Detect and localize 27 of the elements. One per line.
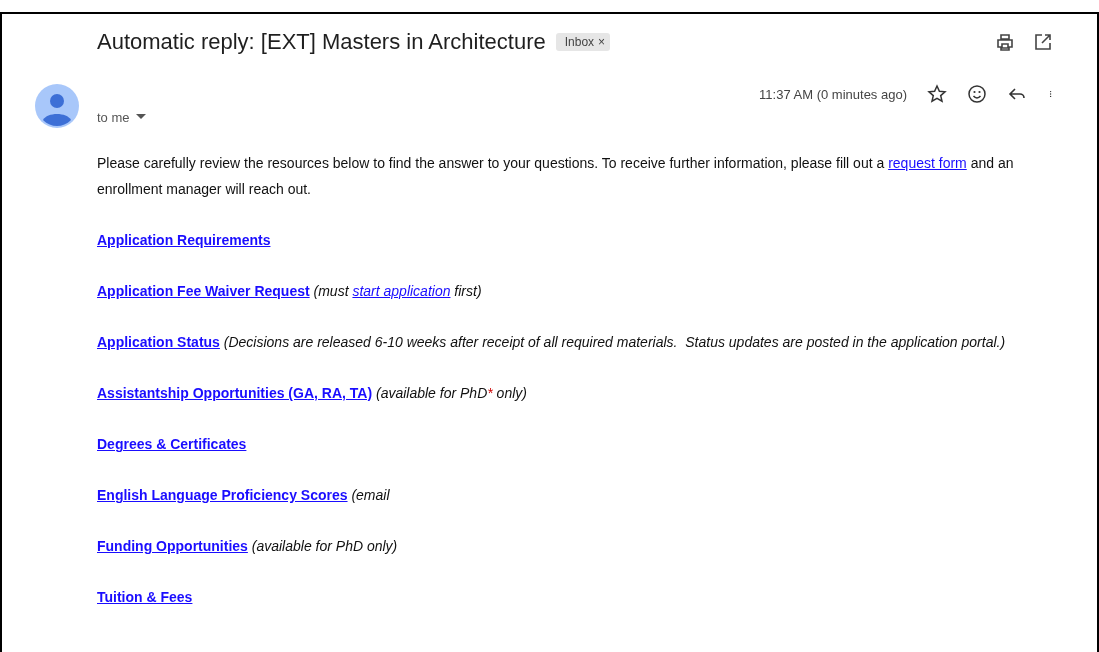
link[interactable]: start application xyxy=(352,283,451,299)
resource-text: Application Fee Waiver Request (must start application first) xyxy=(97,282,483,301)
star-icon[interactable] xyxy=(927,84,947,104)
inbox-label: Inbox × xyxy=(555,33,611,51)
email-subject: Automatic reply: [EXT] Masters in Architecture xyxy=(97,29,546,55)
resource-link[interactable]: Tuition & Fees xyxy=(97,589,193,605)
resource-text: English Language Proficiency Scores (email xyxy=(97,486,391,505)
remove-label-button[interactable]: × xyxy=(598,35,606,49)
link[interactable]: request form xyxy=(888,155,967,171)
print-icon[interactable] xyxy=(995,32,1015,52)
timestamp: 11:37 AM (0 minutes ago) xyxy=(759,86,907,104)
resource-text: Funding Opportunities (available for PhD only) xyxy=(97,537,399,556)
resource-link[interactable]: Application Status xyxy=(97,334,220,350)
resource-link[interactable]: Application Fee Waiver Request xyxy=(97,283,310,299)
resource-text: Application Status (Decisions are released 6-10 weeks after receipt of all required materials. Status updates are posted in the application portal.) xyxy=(97,333,1007,352)
recipient-text: to me xyxy=(97,109,130,125)
emoji-icon[interactable] xyxy=(967,84,987,104)
resource-link[interactable]: Funding Opportunities xyxy=(97,538,248,554)
resource-text: Assistantship Opportunities (GA, RA, TA) (available for PhD* only) xyxy=(97,384,528,403)
dropdown-icon[interactable] xyxy=(135,114,146,120)
resource-link[interactable]: Assistantship Opportunities (GA, RA, TA) xyxy=(97,385,373,401)
intro-paragraph: Please carefully review the resources below to find the answer to your questions. To receive further information, please fill out a request form and an enrollment manager will reach out. xyxy=(97,154,1015,199)
avatar-icon xyxy=(35,84,79,128)
resource-link[interactable]: English Language Proficiency Scores xyxy=(97,487,348,503)
resource-link[interactable]: Application Requirements xyxy=(97,232,271,248)
open-in-new-window-icon[interactable] xyxy=(1033,32,1053,52)
resource-link[interactable]: Degrees & Certificates xyxy=(97,436,247,452)
